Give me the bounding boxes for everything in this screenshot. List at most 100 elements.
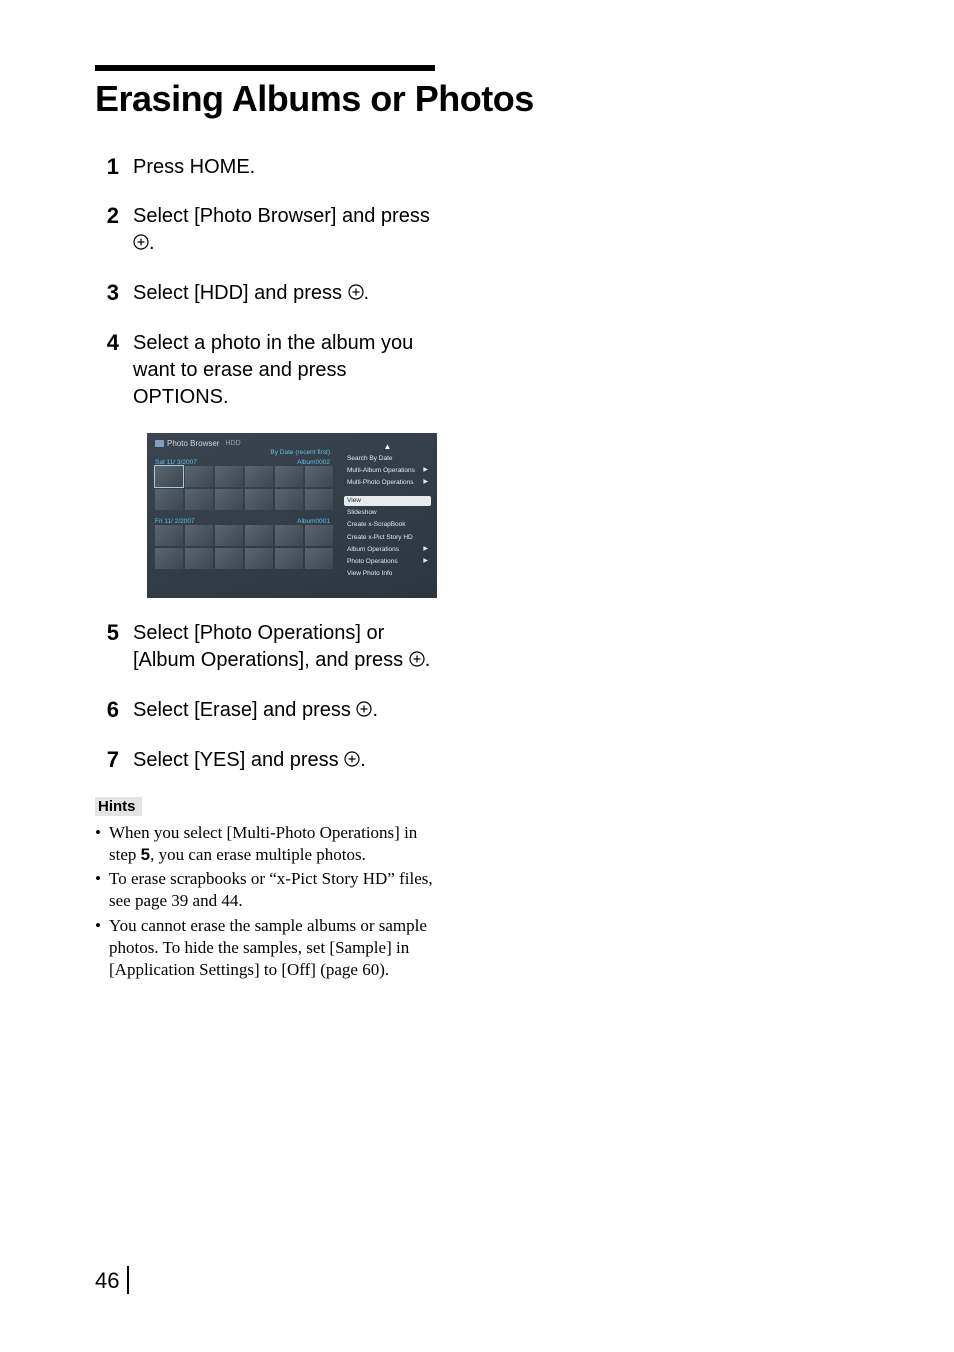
step-text-part: .: [372, 699, 378, 721]
options-panel: ▲ Search By Date Multi-Album Operations▶…: [340, 433, 437, 598]
enter-icon: [133, 231, 149, 258]
enter-icon: [409, 648, 425, 675]
step-text: Press HOME.: [133, 154, 440, 181]
photo-thumbnail: [185, 489, 213, 510]
option-item: Multi-Album Operations▶: [344, 465, 431, 475]
step-text: Select [HDD] and press .: [133, 280, 440, 308]
step-number: 2: [95, 203, 133, 229]
hint-item: To erase scrapbooks or “x-Pict Story HD”…: [109, 868, 440, 912]
option-item: Slideshow: [344, 508, 431, 518]
step-number: 1: [95, 154, 133, 180]
photo-thumbnail: [185, 548, 213, 569]
step-text-part: Select [YES] and press: [133, 749, 344, 771]
step-text-part: Select [Photo Browser] and press: [133, 205, 430, 227]
photo-thumbnail: [245, 489, 273, 510]
photo-thumbnail: [305, 548, 333, 569]
step-number: 3: [95, 280, 133, 306]
hint-item: When you select [Multi-Photo Operations]…: [109, 822, 440, 866]
chevron-right-icon: ▶: [423, 546, 428, 553]
photo-thumbnail: [215, 525, 243, 546]
camera-icon: [155, 440, 164, 447]
photo-thumbnail: [275, 525, 303, 546]
hints-list: When you select [Multi-Photo Operations]…: [95, 822, 440, 981]
steps-list: 1 Press HOME. 2 Select [Photo Browser] a…: [95, 154, 440, 411]
step-text-part: Select [HDD] and press: [133, 282, 348, 304]
thumb-row: [155, 548, 336, 569]
hints-label: Hints: [95, 797, 142, 816]
step-2: 2 Select [Photo Browser] and press .: [95, 203, 440, 258]
photo-thumbnail: [185, 466, 213, 487]
step-number: 5: [95, 620, 133, 646]
photo-thumbnail: [155, 489, 183, 510]
step-text: Select [Photo Browser] and press .: [133, 203, 440, 258]
enter-icon: [348, 281, 364, 308]
photo-thumbnail: [275, 466, 303, 487]
photo-thumbnail: [215, 548, 243, 569]
option-item: View Photo Info: [344, 568, 431, 578]
step-6: 6 Select [Erase] and press .: [95, 697, 440, 725]
step-7: 7 Select [YES] and press .: [95, 747, 440, 775]
option-item-highlighted: View: [344, 496, 431, 506]
photo-thumbnail: [275, 548, 303, 569]
option-item: Create x-Pict Story HD: [344, 532, 431, 542]
option-item: Search By Date: [344, 453, 431, 463]
option-item: Photo Operations▶: [344, 556, 431, 566]
step-text-part: .: [149, 232, 155, 254]
thumb-row: [155, 489, 336, 510]
page-title: Erasing Albums or Photos: [95, 77, 894, 120]
step-text: Select [YES] and press .: [133, 747, 440, 775]
album-date: Sat 11/ 3/2007: [155, 459, 197, 466]
photo-thumbnail: [155, 548, 183, 569]
album-date: Fri 11/ 2/2007: [155, 518, 195, 525]
step-5: 5 Select [Photo Operations] or [Album Op…: [95, 620, 440, 675]
heading-rule: [95, 65, 435, 71]
enter-icon: [344, 748, 360, 775]
album-name: Album0002: [297, 459, 330, 466]
photo-thumbnail: [305, 525, 333, 546]
hint-item: You cannot erase the sample albums or sa…: [109, 915, 440, 981]
chevron-right-icon: ▶: [423, 479, 428, 486]
embedded-screenshot: Photo Browser HDD By Date (recent first)…: [147, 433, 440, 598]
page-number: 46: [95, 1266, 129, 1294]
enter-icon: [356, 698, 372, 725]
hdd-badge: HDD: [225, 440, 240, 447]
album-name: Album0001: [297, 518, 330, 525]
step-1: 1 Press HOME.: [95, 154, 440, 181]
photo-thumbnail: [245, 548, 273, 569]
step-text: Select a photo in the album you want to …: [133, 330, 440, 411]
option-item: Create x-ScrapBook: [344, 520, 431, 530]
step-text-part: .: [364, 282, 370, 304]
step-text: Select [Photo Operations] or [Album Oper…: [133, 620, 440, 675]
hint-text: , you can erase multiple photos.: [150, 845, 366, 864]
step-4: 4 Select a photo in the album you want t…: [95, 330, 440, 411]
step-text-part: Select [Photo Operations] or [Album Oper…: [133, 622, 409, 671]
photo-thumbnail: [155, 525, 183, 546]
step-text-part: .: [360, 749, 366, 771]
step-text-part: .: [425, 649, 431, 671]
photo-thumbnail: [155, 466, 183, 487]
step-text: Select [Erase] and press .: [133, 697, 440, 725]
chevron-right-icon: ▶: [423, 558, 428, 565]
option-item: Multi-Photo Operations▶: [344, 477, 431, 487]
ss-title-bar: Photo Browser HDD: [155, 439, 336, 448]
steps-list-continued: 5 Select [Photo Operations] or [Album Op…: [95, 620, 440, 775]
page-number-divider: [127, 1266, 129, 1294]
step-3: 3 Select [HDD] and press .: [95, 280, 440, 308]
photo-thumbnail: [275, 489, 303, 510]
option-item: Album Operations▶: [344, 544, 431, 554]
page-number-value: 46: [95, 1268, 119, 1293]
chevron-right-icon: ▶: [423, 467, 428, 474]
hint-bold: 5: [141, 845, 150, 864]
photo-thumbnail: [245, 466, 273, 487]
step-number: 7: [95, 747, 133, 773]
step-text-part: Select [Erase] and press: [133, 699, 356, 721]
step-number: 6: [95, 697, 133, 723]
photo-thumbnail: [305, 466, 333, 487]
ss-album-header: Sat 11/ 3/2007 Album0002: [155, 459, 336, 466]
photo-thumbnail: [245, 525, 273, 546]
photo-thumbnail: [215, 466, 243, 487]
thumb-row: [155, 525, 336, 546]
up-arrow-icon: ▲: [344, 443, 431, 451]
ss-sort-label: By Date (recent first): [155, 449, 336, 456]
thumb-row: [155, 466, 336, 487]
